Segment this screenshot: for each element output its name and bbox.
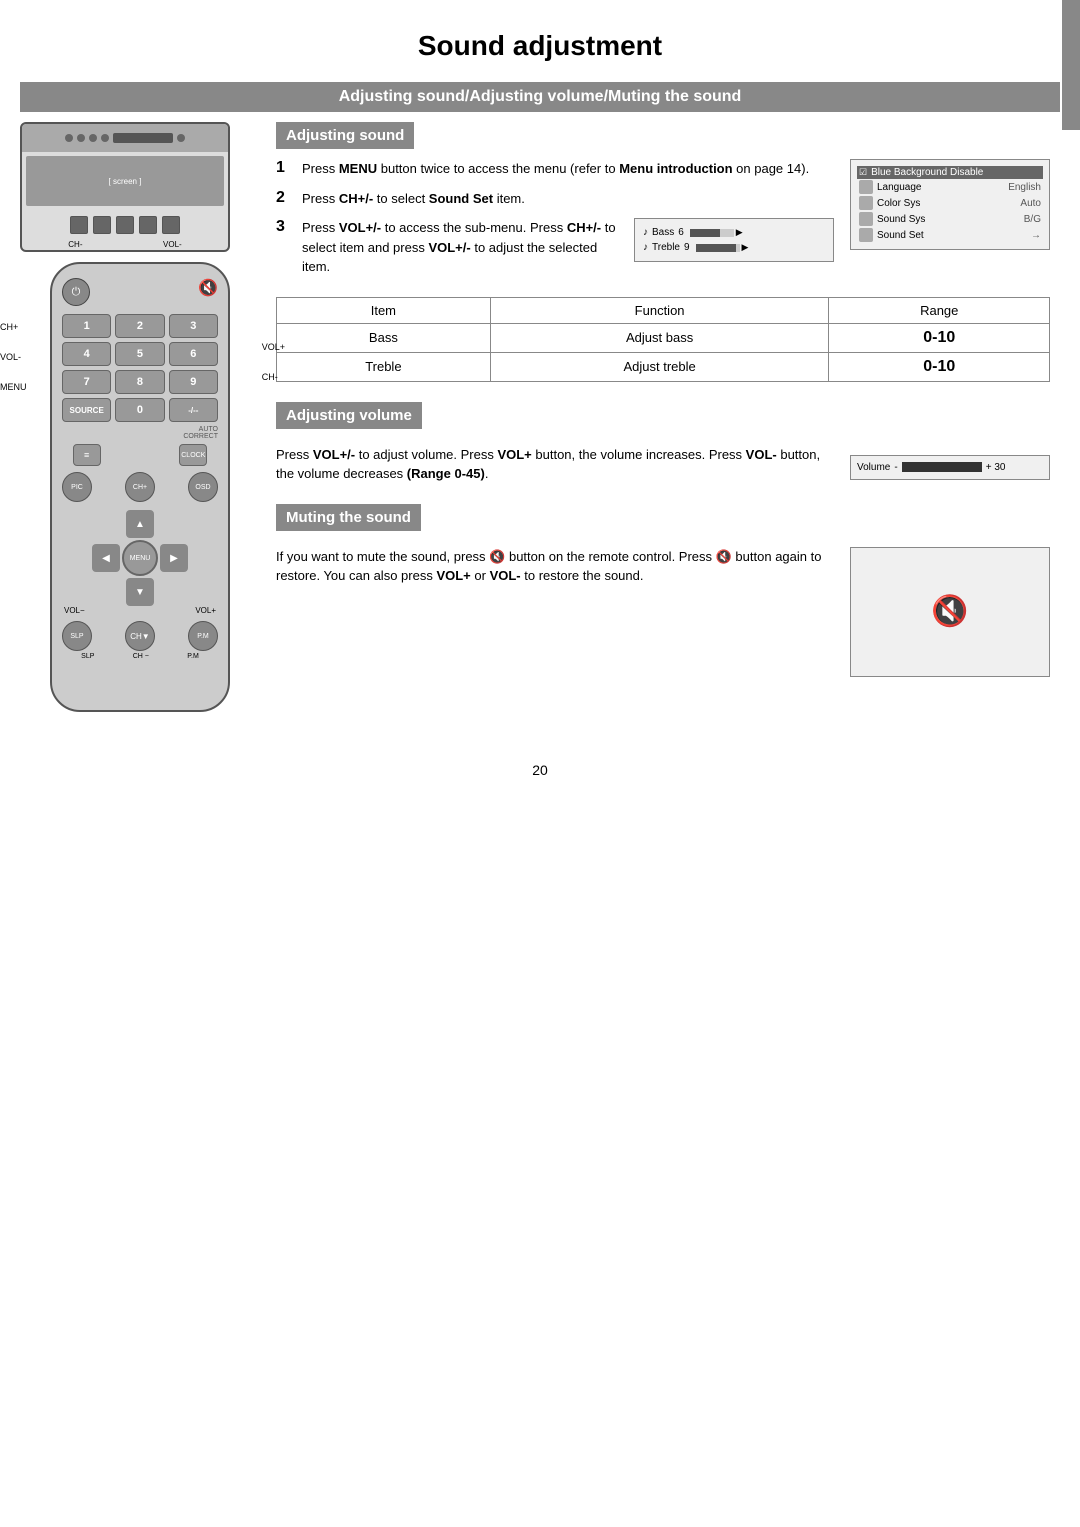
power-button[interactable]: ⏻ <box>62 278 90 306</box>
btn-ch-down[interactable]: CH▼ <box>125 621 155 651</box>
adjusting-sound-title: Adjusting sound <box>276 122 414 149</box>
table-header-range: Range <box>829 297 1050 323</box>
menu-row-color-sys: Color Sys Auto <box>857 195 1043 211</box>
volume-label: Volume <box>857 462 890 473</box>
table-row-bass: Bass Adjust bass 0-10 <box>277 323 1050 352</box>
menu-row-sound-set: Sound Set → <box>857 227 1043 243</box>
tv-label-vol-plus: VOL+ <box>179 250 200 252</box>
remote-side-ch-minus: CH- <box>262 372 285 382</box>
btn-source[interactable]: SOURCE <box>62 398 111 422</box>
btn-pic[interactable]: PIC <box>62 472 92 502</box>
header-bar <box>1062 0 1080 130</box>
btn-9[interactable]: 9 <box>169 370 218 394</box>
btn-0[interactable]: 0 <box>115 398 164 422</box>
mute-display-icon: 🔇 <box>931 594 968 629</box>
ch-minus-label: CH − <box>133 653 149 660</box>
sound-bass-row: ♪ Bass 6 ▶ <box>641 225 827 240</box>
remote-device: ⏻ 🔇 1 2 3 4 5 6 7 8 9 SOURCE 0 -/-- <box>50 262 230 712</box>
btn-osd[interactable]: OSD <box>188 472 218 502</box>
btn-5[interactable]: 5 <box>115 342 164 366</box>
table-cell-treble-item: Treble <box>277 352 491 381</box>
page-number: 20 <box>0 762 1080 778</box>
pm-label: P.M <box>187 653 199 660</box>
adjusting-volume-section: Adjusting volume Volume - + 30 Press VOL… <box>276 402 1050 484</box>
muting-sound-title: Muting the sound <box>276 504 421 531</box>
remote-side-menu: MENU <box>0 382 27 392</box>
muting-screenshot: 🔇 <box>850 547 1050 677</box>
btn-dash[interactable]: -/-- <box>169 398 218 422</box>
btn-right[interactable]: ▶ <box>160 544 188 572</box>
table-header-item: Item <box>277 297 491 323</box>
btn-1[interactable]: 1 <box>62 314 111 338</box>
vol-minus-label: VOL− <box>64 606 85 615</box>
menu-row-sound-sys: Sound Sys B/G <box>857 211 1043 227</box>
btn-down[interactable]: ▼ <box>126 578 154 606</box>
tv-label-vol-minus: VOL- <box>163 240 182 249</box>
adjusting-sound-section: Adjusting sound ☑ Blue Background Disabl… <box>276 122 1050 382</box>
volume-bar <box>902 462 982 472</box>
tv-device: [ screen ] CH- VOL- MENU CH+ VOL+ <box>20 122 230 252</box>
menu-row-blue-bg: ☑ Blue Background Disable <box>857 166 1043 179</box>
btn-8[interactable]: 8 <box>115 370 164 394</box>
menu-row-language: Language English <box>857 179 1043 195</box>
sound-submenu-screenshot: ♪ Bass 6 ▶ ♪ Treble 9 <box>634 218 834 272</box>
btn-clock[interactable]: CLOCK <box>179 444 207 466</box>
btn-special[interactable]: ≡ <box>73 444 101 466</box>
right-column: Adjusting sound ☑ Blue Background Disabl… <box>260 112 1060 732</box>
auto-correct-label: AUTO <box>199 426 218 433</box>
tv-label-ch-minus: CH- <box>68 240 82 249</box>
vol-plus-label: VOL+ <box>195 606 216 615</box>
table-cell-bass-item: Bass <box>277 323 491 352</box>
volume-plus: + 30 <box>986 462 1006 473</box>
menu-screenshot: ☑ Blue Background Disable Language Engli… <box>850 159 1050 260</box>
step-1: 1 Press MENU button twice to access the … <box>276 159 834 179</box>
table-cell-bass-function: Adjust bass <box>490 323 829 352</box>
left-column: [ screen ] CH- VOL- MENU CH+ VOL+ C <box>20 112 260 732</box>
volume-screenshot: Volume - + 30 <box>850 445 1050 480</box>
step-2: 2 Press CH+/- to select Sound Set item. <box>276 189 834 209</box>
table-cell-bass-range: 0-10 <box>829 323 1050 352</box>
btn-7[interactable]: 7 <box>62 370 111 394</box>
btn-pm[interactable]: P.M <box>188 621 218 651</box>
table-row-treble: Treble Adjust treble 0-10 <box>277 352 1050 381</box>
btn-menu[interactable]: MENU <box>122 540 158 576</box>
tv-label-menu: MENU <box>50 250 74 252</box>
table-header-function: Function <box>490 297 829 323</box>
muting-sound-section: Muting the sound 🔇 If you want to mute t… <box>276 504 1050 677</box>
table-cell-treble-function: Adjust treble <box>490 352 829 381</box>
adjusting-volume-title: Adjusting volume <box>276 402 422 429</box>
btn-left[interactable]: ◀ <box>92 544 120 572</box>
volume-minus: - <box>894 462 897 473</box>
correct-label: CORRECT <box>183 433 218 440</box>
sound-table: Item Function Range Bass Adjust bass 0-1… <box>276 297 1050 382</box>
btn-4[interactable]: 4 <box>62 342 111 366</box>
slp-label: SLP <box>81 653 94 660</box>
table-cell-treble-range: 0-10 <box>829 352 1050 381</box>
btn-2[interactable]: 2 <box>115 314 164 338</box>
btn-slp[interactable]: SLP <box>62 621 92 651</box>
step-3: 3 Press VOL+/- to access the sub-menu. P… <box>276 218 618 277</box>
btn-up[interactable]: ▲ <box>126 510 154 538</box>
section-banner: Adjusting sound/Adjusting volume/Muting … <box>20 82 1060 112</box>
sound-treble-row: ♪ Treble 9 ▶ <box>641 240 827 255</box>
btn-3[interactable]: 3 <box>169 314 218 338</box>
remote-side-vol-plus: VOL+ <box>262 342 285 352</box>
tv-label-ch-plus: CH+ <box>118 250 134 252</box>
remote-side-ch-plus: CH+ <box>0 322 27 332</box>
btn-ch-plus[interactable]: CH+ <box>125 472 155 502</box>
remote-side-vol-minus: VOL- <box>0 352 27 362</box>
btn-6[interactable]: 6 <box>169 342 218 366</box>
page-title: Sound adjustment <box>0 0 1080 82</box>
mute-icon: 🔇 <box>198 278 218 298</box>
